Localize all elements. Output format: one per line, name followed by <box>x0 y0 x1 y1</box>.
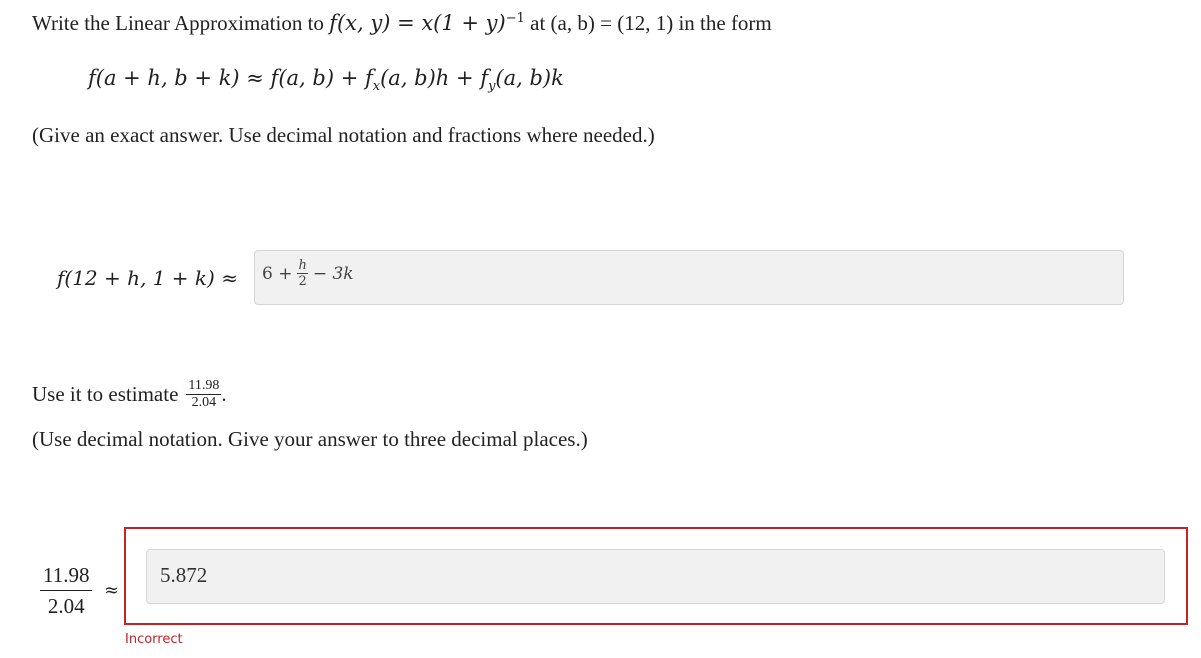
answer1-k-term: − 3k <box>312 263 354 284</box>
answer1-constant: 6 + <box>262 263 293 284</box>
lhs-denominator: 2.04 <box>47 594 85 619</box>
estimate-lhs-fraction: 11.98 2.04 <box>40 563 93 619</box>
formula-mid: (a, b)h + f <box>380 66 489 90</box>
estimate-period: . <box>221 382 227 406</box>
linear-approximation-answer-field[interactable]: 6 + h 2 − 3k <box>254 250 1124 305</box>
answer1-fraction-numerator: h <box>297 258 308 274</box>
problem-intro: Write the Linear Approximation to <box>32 11 330 35</box>
estimate-prompt: Use it to estimate 11.98 2.04 . <box>32 379 227 410</box>
approx-symbol: ≈ <box>104 580 120 601</box>
function-exponent: −1 <box>505 11 525 26</box>
instruction-decimal: (Use decimal notation. Give your answer … <box>32 427 588 451</box>
estimate-answer-value: 5.872 <box>160 563 208 587</box>
instruction-exact: (Give an exact answer. Use decimal notat… <box>32 123 655 147</box>
incorrect-answer-frame: 5.872 <box>124 527 1188 625</box>
function-definition: f(x, y) = x(1 + y) <box>329 11 506 35</box>
estimate-fraction: 11.98 2.04 <box>186 378 222 410</box>
answer1-fraction-denominator: 2 <box>298 274 307 289</box>
estimate-numerator: 11.98 <box>186 378 222 395</box>
lhs-numerator: 11.98 <box>40 563 93 592</box>
answer1-fraction: h 2 <box>297 258 308 289</box>
fx-subscript: x <box>372 79 381 95</box>
estimate-denominator: 2.04 <box>191 395 217 410</box>
problem-point: at (a, b) = (12, 1) in the form <box>524 11 772 35</box>
answer1-expression: 6 + h 2 − 3k <box>262 259 354 288</box>
problem-statement: Write the Linear Approximation to f(x, y… <box>32 11 772 36</box>
linear-approximation-formula: f(a + h, b + k) ≈ f(a, b) + fx(a, b)h + … <box>88 66 564 93</box>
estimate-answer-field[interactable]: 5.872 <box>146 549 1165 604</box>
incorrect-feedback-label: Incorrect <box>125 632 183 647</box>
formula-start: f(a + h, b + k) ≈ f(a, b) + f <box>88 66 373 90</box>
formula-end: (a, b)k <box>495 66 564 90</box>
estimate-prefix: Use it to estimate <box>32 382 179 406</box>
approximation-label: f(12 + h, 1 + k) ≈ <box>57 266 238 290</box>
